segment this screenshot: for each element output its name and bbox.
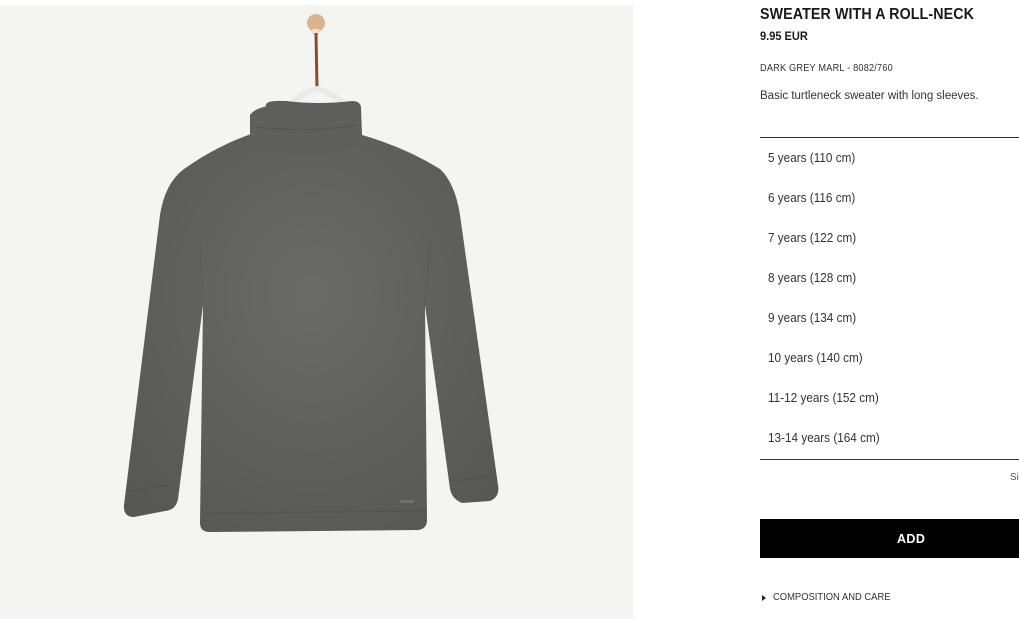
size-option-label: 13-14 years (164 cm) [768, 431, 880, 445]
size-option[interactable]: 9 years (134 cm) [760, 298, 1019, 338]
composition-and-care-toggle[interactable]: COMPOSITION AND CARE [760, 592, 898, 603]
size-option[interactable]: 8 years (128 cm) [760, 258, 1019, 298]
size-option[interactable]: 11-12 years (152 cm) [760, 378, 1019, 418]
size-option[interactable]: 7 years (122 cm) [760, 218, 1019, 258]
size-guide-link[interactable]: Si [1010, 472, 1019, 483]
product-price: 9.95 EUR [760, 29, 808, 43]
size-option[interactable]: 13-14 years (164 cm) [760, 418, 1019, 458]
size-option[interactable]: 6 years (116 cm) [760, 178, 1019, 218]
size-option[interactable]: 5 years (110 cm) [760, 138, 1019, 178]
sweater-body [123, 100, 499, 532]
size-selector: 5 years (110 cm) 6 years (116 cm) 7 year… [760, 137, 1019, 460]
product-info-panel: SWEATER WITH A ROLL-NECK 9.95 EUR DARK G… [760, 0, 1019, 619]
sweater-illustration [123, 14, 499, 532]
product-title: SWEATER WITH A ROLL-NECK [760, 6, 974, 23]
size-option[interactable]: 10 years (140 cm) [760, 338, 1019, 378]
hanger-hook [314, 32, 319, 90]
size-option-label: 7 years (122 cm) [768, 231, 857, 245]
caret-right-icon [762, 594, 766, 601]
size-option-label: 9 years (134 cm) [768, 311, 857, 325]
size-option-label: 6 years (116 cm) [768, 191, 856, 205]
size-option-label: 10 years (140 cm) [768, 351, 863, 365]
size-option-label: 11-12 years (152 cm) [768, 391, 879, 405]
product-description: Basic turtleneck sweater with long sleev… [760, 90, 979, 102]
composition-and-care-label: COMPOSITION AND CARE [773, 592, 891, 603]
add-to-cart-button[interactable]: ADD [760, 519, 1019, 558]
product-image[interactable] [0, 5, 633, 619]
brand-tag [400, 500, 414, 503]
product-color-reference: DARK GREY MARL - 8082/760 [760, 63, 893, 74]
size-option-label: 5 years (110 cm) [768, 151, 856, 165]
size-option-label: 8 years (128 cm) [768, 271, 857, 285]
